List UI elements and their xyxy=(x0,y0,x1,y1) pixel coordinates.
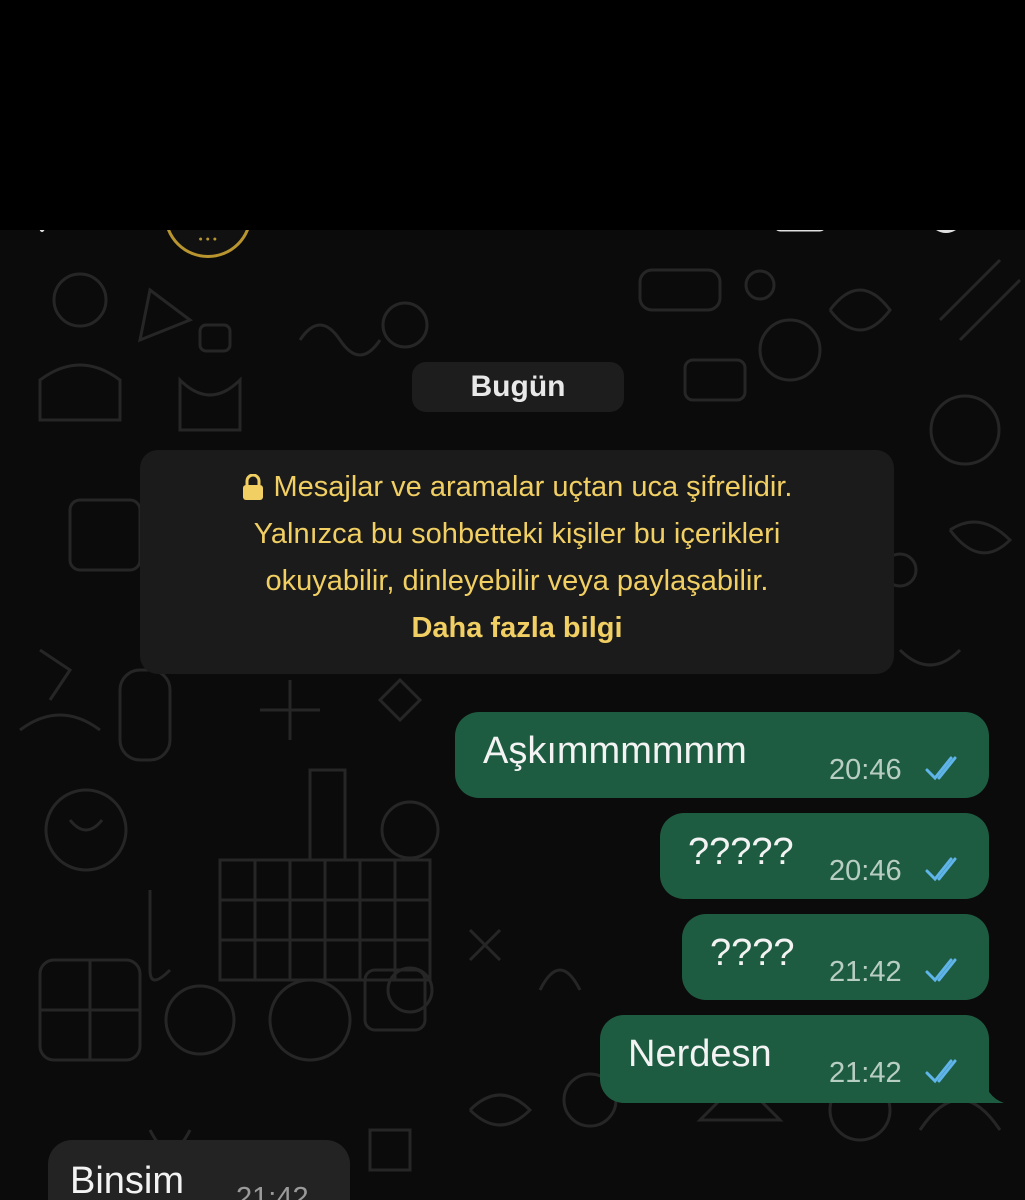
message-time: 21:42 xyxy=(829,956,902,988)
video-call-icon[interactable] xyxy=(776,230,824,234)
contact-avatar[interactable]: ● ● ● xyxy=(164,230,252,258)
read-ticks-icon xyxy=(925,756,957,781)
outgoing-message[interactable]: ????? 20:46 xyxy=(660,813,989,899)
message-text: Aşkımmmmmm xyxy=(483,730,747,772)
chat-header-remnant: ● ● ● xyxy=(0,230,1025,270)
date-separator: Bugün xyxy=(412,362,624,412)
top-black-band xyxy=(0,0,1025,230)
chat-area[interactable]: ● ● ● Bugün Mesajlar ve aramalar uçtan u… xyxy=(0,230,1025,1200)
message-text: Nerdesn xyxy=(628,1033,772,1075)
avatar-emblem-text: ● ● ● xyxy=(198,236,218,243)
encryption-line-1: Mesajlar ve aramalar uçtan uca şifrelidi… xyxy=(140,464,894,511)
outgoing-message[interactable]: ???? 21:42 xyxy=(682,914,989,1000)
phone-call-icon[interactable] xyxy=(926,230,966,240)
learn-more-link[interactable]: Daha fazla bilgi xyxy=(140,605,894,652)
message-text: ???? xyxy=(710,932,795,974)
message-time: 21:42 xyxy=(829,1057,902,1089)
message-text: Binsim xyxy=(70,1160,185,1200)
encryption-notice[interactable]: Mesajlar ve aramalar uçtan uca şifrelidi… xyxy=(140,450,894,674)
message-time: 21:42 xyxy=(236,1182,309,1200)
message-time: 20:46 xyxy=(829,754,902,786)
outgoing-message[interactable]: Nerdesn 21:42 xyxy=(600,1015,989,1103)
message-time: 20:46 xyxy=(829,855,902,887)
back-arrow-icon[interactable] xyxy=(36,230,56,240)
bubble-tail xyxy=(982,1073,1004,1103)
read-ticks-icon xyxy=(925,1059,957,1084)
message-text: ????? xyxy=(688,831,794,873)
lock-icon xyxy=(242,474,263,500)
encryption-text-3: okuyabilir, dinleyebilir veya paylaşabil… xyxy=(265,565,769,597)
incoming-message[interactable]: Binsim 21:42 xyxy=(48,1140,350,1200)
read-ticks-icon xyxy=(925,857,957,882)
encryption-text-2: Yalnızca bu sohbetteki kişiler bu içerik… xyxy=(253,518,781,550)
read-ticks-icon xyxy=(925,958,957,983)
encryption-text-1: Mesajlar ve aramalar uçtan uca şifrelidi… xyxy=(273,471,793,503)
outgoing-message[interactable]: Aşkımmmmmm 20:46 xyxy=(455,712,989,798)
